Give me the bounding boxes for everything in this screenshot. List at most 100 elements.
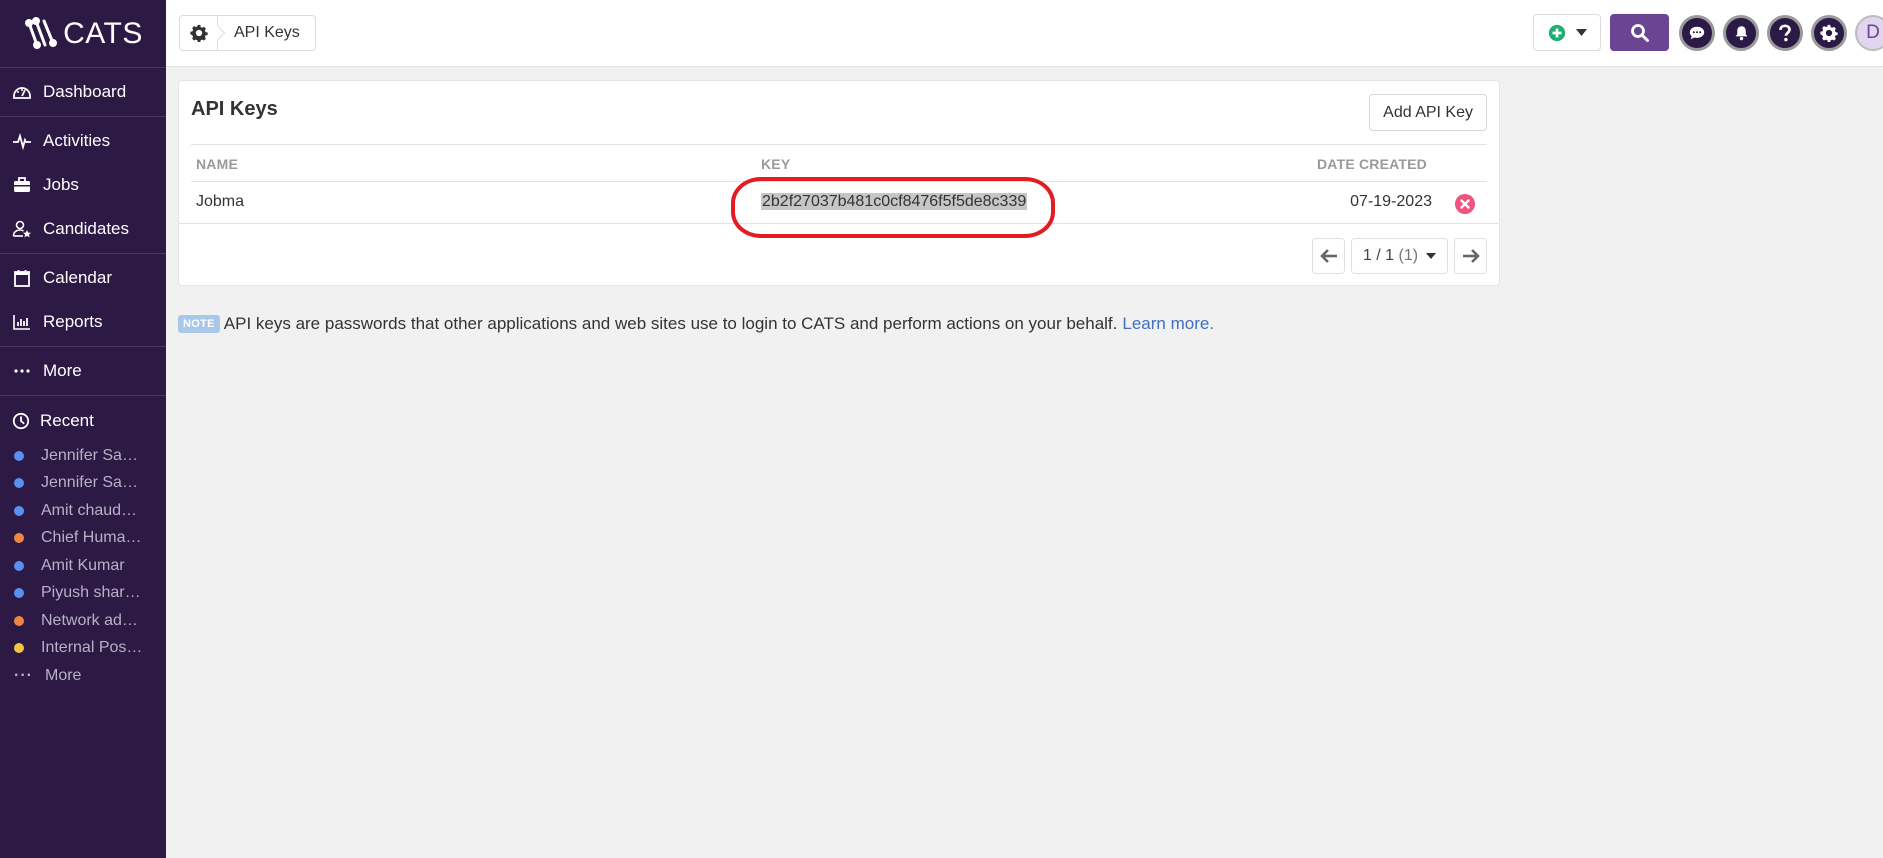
search-button[interactable]: [1610, 14, 1669, 51]
recent-item-label: Jennifer Sa…: [41, 446, 138, 464]
sidebar-item-label: More: [43, 361, 82, 380]
api-key-text[interactable]: 2b2f27037b481c0cf8476f5f5de8c339: [761, 193, 1028, 210]
user-avatar[interactable]: D: [1855, 14, 1883, 51]
recent-item[interactable]: Piyush shar…: [0, 580, 166, 608]
sidebar-item-activities[interactable]: Activities: [0, 119, 166, 163]
status-dot-icon: [14, 505, 24, 516]
recent-item-label: Jennifer Sa…: [41, 474, 138, 492]
table-row: Jobma 2b2f27037b481c0cf8476f5f5de8c339 0…: [191, 182, 1487, 223]
recent-item[interactable]: Amit Kumar: [0, 552, 166, 580]
api-key-value[interactable]: 2b2f27037b481c0cf8476f5f5de8c339: [761, 193, 1028, 211]
recent-item-label: Amit Kumar: [41, 556, 125, 574]
candidates-icon: [10, 218, 34, 240]
recent-item[interactable]: Amit chaud…: [0, 497, 166, 525]
sidebar-item-calendar[interactable]: Calendar: [0, 256, 166, 300]
breadcrumb: API Keys: [179, 15, 316, 51]
recent-more-label: More: [44, 666, 82, 684]
help-button[interactable]: [1767, 14, 1803, 51]
page-current: 1 / 1: [1362, 247, 1395, 264]
sidebar-item-candidates[interactable]: Candidates: [0, 207, 166, 251]
note-badge: NOTE: [178, 315, 220, 333]
delete-key-button[interactable]: [1455, 194, 1475, 214]
recent-header: Recent: [0, 400, 166, 442]
search-icon: [1630, 23, 1649, 42]
sidebar-item-more[interactable]: More: [0, 349, 166, 393]
more-icon: [10, 360, 34, 382]
recent-item-label: Internal Pos…: [41, 639, 143, 657]
status-dot-icon: [14, 560, 24, 571]
nav-group-dashboard: Dashboard: [0, 68, 166, 117]
prev-page-button[interactable]: [1312, 238, 1345, 274]
page-total: (1): [1398, 247, 1419, 264]
note: NOTE API keys are passwords that other a…: [178, 314, 1214, 334]
nav-group-more: More: [0, 347, 166, 396]
recent-item[interactable]: Internal Pos…: [0, 635, 166, 663]
activity-icon: [10, 130, 34, 152]
learn-more-link[interactable]: Learn more.: [1122, 314, 1214, 334]
page-title: API Keys: [191, 98, 278, 120]
notifications-button[interactable]: [1723, 14, 1759, 51]
status-dot-icon: [14, 588, 24, 599]
recent-item[interactable]: Chief Huma…: [0, 525, 166, 553]
caret-down-icon: [1575, 29, 1587, 36]
recent-item-label: Chief Huma…: [41, 529, 142, 547]
breadcrumb-settings-link[interactable]: [180, 16, 218, 50]
top-actions: D: [1533, 14, 1883, 51]
sidebar-item-reports[interactable]: Reports: [0, 300, 166, 344]
nav-group-main: Activities Jobs Candidates: [0, 117, 166, 254]
api-key-name: Jobma: [196, 193, 245, 210]
sidebar-item-label: Candidates: [43, 219, 130, 238]
quick-add-dropdown[interactable]: [1533, 14, 1601, 51]
recent-item-label: Amit chaud…: [41, 501, 138, 519]
column-header-name[interactable]: NAME: [196, 156, 238, 172]
recent-item-label: Piyush shar…: [41, 584, 141, 602]
logo-text: CATS: [63, 16, 143, 50]
messages-button[interactable]: [1679, 14, 1715, 51]
sidebar: CATS Dashboard Activities Jobs Candidate…: [0, 0, 166, 858]
recent-item[interactable]: Jennifer Sa…: [0, 470, 166, 498]
status-dot-icon: [14, 615, 24, 626]
logo[interactable]: CATS: [0, 0, 166, 68]
status-dot-icon: [14, 533, 24, 544]
add-api-key-button[interactable]: Add API Key: [1369, 94, 1487, 131]
nav-group-planning: Calendar Reports: [0, 254, 166, 347]
topbar: API Keys D: [166, 0, 1883, 67]
chat-icon: [1689, 26, 1705, 39]
arrow-left-icon: [1319, 249, 1337, 263]
bell-icon: [1735, 25, 1747, 40]
question-icon: [1779, 23, 1791, 41]
api-key-date: 07-19-2023: [1350, 193, 1432, 210]
recent-list: Jennifer Sa… Jennifer Sa… Amit chaud… Chief…: [0, 442, 166, 662]
arrow-right-icon: [1462, 249, 1480, 263]
column-header-date-created[interactable]: DATE CREATED: [1317, 156, 1427, 172]
recent-item-label: Network ad…: [41, 611, 138, 629]
pagination-bar: 1 / 1 (1): [179, 223, 1499, 274]
recent-more-link[interactable]: ··· More: [0, 662, 166, 689]
next-page-button[interactable]: [1454, 238, 1487, 274]
sidebar-item-label: Dashboard: [43, 82, 127, 101]
more-icon: ···: [14, 666, 33, 684]
plus-circle-icon: [1548, 24, 1565, 41]
api-keys-table: NAME KEY DATE CREATED Jobma 2b2f27037b48…: [191, 144, 1487, 223]
sidebar-item-dashboard[interactable]: Dashboard: [0, 70, 166, 114]
sidebar-item-label: Activities: [43, 131, 111, 150]
close-icon: [1460, 199, 1470, 209]
sidebar-item-jobs[interactable]: Jobs: [0, 163, 166, 207]
dashboard-icon: [10, 81, 34, 103]
recent-item[interactable]: Jennifer Sa…: [0, 442, 166, 470]
page-select[interactable]: 1 / 1 (1): [1351, 238, 1448, 274]
reports-icon: [10, 311, 34, 333]
calendar-icon: [10, 267, 34, 289]
settings-button[interactable]: [1811, 14, 1847, 51]
gear-icon: [1820, 24, 1838, 42]
api-keys-card: API Keys Add API Key NAME KEY DATE CREAT…: [178, 80, 1500, 286]
clock-icon: [12, 412, 30, 430]
status-dot-icon: [14, 643, 24, 654]
status-dot-icon: [14, 478, 24, 489]
column-header-key[interactable]: KEY: [761, 156, 790, 172]
sidebar-item-label: Calendar: [43, 268, 112, 287]
recent-item[interactable]: Network ad…: [0, 607, 166, 635]
breadcrumb-current: API Keys: [234, 24, 300, 41]
sidebar-item-label: Jobs: [43, 175, 79, 194]
caret-down-icon: [1426, 253, 1437, 259]
